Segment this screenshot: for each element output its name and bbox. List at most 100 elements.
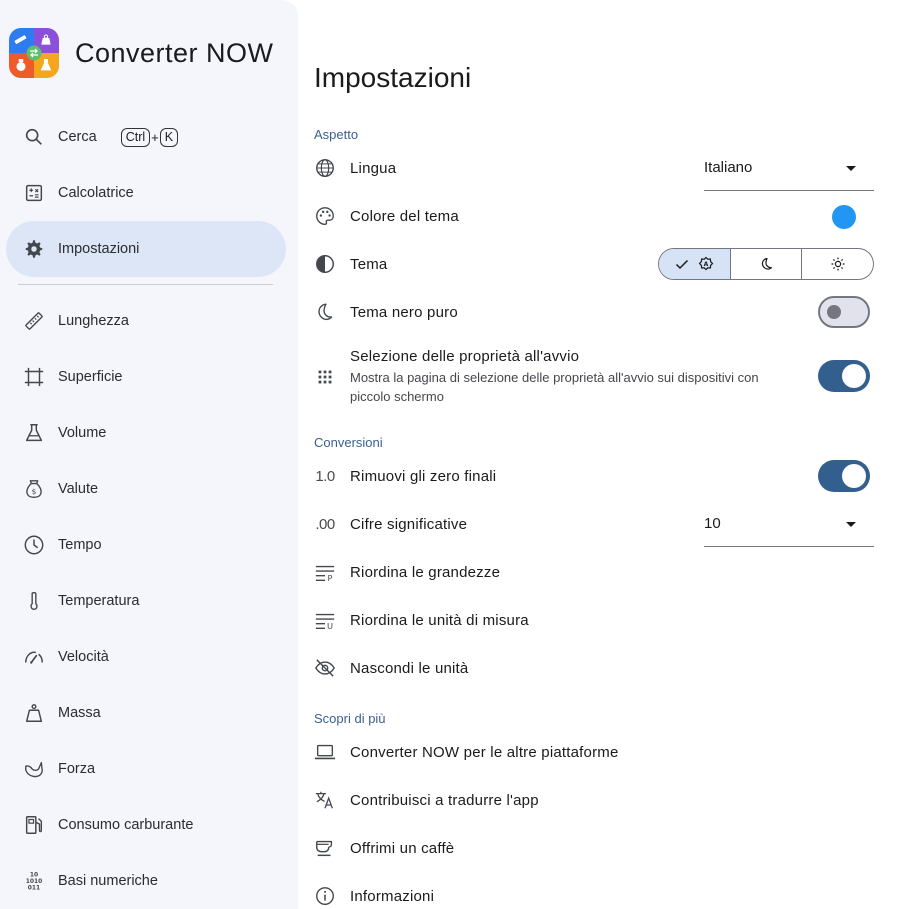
weight-icon [6, 702, 62, 724]
setting-text: Selezione delle proprietà all'avvio Most… [350, 348, 790, 406]
sidebar-item-temperature[interactable]: Temperatura [6, 573, 286, 629]
significant-prefix: .00 [315, 515, 335, 533]
sidebar-item-label: Calcolatrice [58, 185, 134, 201]
setting-label: Offrimi un caffè [350, 839, 455, 857]
ruler-icon [6, 310, 62, 332]
brand: Converter NOW [9, 28, 274, 78]
binary-icon: 10 1010 011 [6, 870, 62, 892]
setting-label: Selezione delle proprietà all'avvio [350, 348, 580, 365]
theme-dark-button[interactable] [729, 249, 802, 279]
moon-outline-icon [314, 301, 336, 323]
link-about[interactable]: Informazioni [314, 884, 874, 908]
sidebar-item-label: Valute [58, 481, 99, 497]
globe-icon [314, 157, 336, 179]
search-icon [6, 126, 62, 148]
decimal-zero-icon: 1.0 [314, 465, 336, 487]
app-title: Converter NOW [75, 37, 274, 68]
theme-auto-button[interactable]: A [659, 249, 730, 279]
significant-digits-value: 10 [704, 515, 721, 532]
key-k: K [159, 127, 179, 147]
info-icon [314, 885, 336, 907]
sidebar-item-settings[interactable]: Impostazioni [6, 221, 286, 277]
svg-text:011: 011 [28, 884, 40, 891]
sidebar-item-volume[interactable]: Volume [6, 405, 286, 461]
setting-reorder-properties[interactable]: P Riordina le grandezze [314, 560, 874, 584]
sidebar-item-force[interactable]: Forza [6, 741, 286, 797]
sidebar-item-label: Tempo [58, 537, 102, 553]
key-plus: + [151, 129, 159, 145]
language-value: Italiano [704, 159, 753, 176]
sidebar-item-mass[interactable]: Massa [6, 685, 286, 741]
setting-label: Rimuovi gli zero finali [350, 467, 497, 485]
svg-text:A: A [704, 261, 709, 268]
thermometer-icon [6, 590, 62, 612]
setting-label: Converter NOW per le altre piattaforme [350, 743, 619, 761]
link-buy-coffee[interactable]: Offrimi un caffè [314, 836, 874, 860]
sidebar-item-label: Massa [58, 705, 101, 721]
settings-page: Impostazioni Aspetto Lingua Italiano Col… [298, 0, 921, 909]
sidebar-divider [18, 284, 273, 285]
pure-black-switch[interactable] [818, 296, 870, 328]
sidebar-item-fuel-consumption[interactable]: Consumo carburante [6, 797, 286, 853]
language-dropdown[interactable]: Italiano [704, 147, 874, 191]
setting-pure-black[interactable]: Tema nero puro [314, 300, 874, 324]
setting-label: Tema [350, 255, 388, 273]
setting-label: Tema nero puro [350, 303, 458, 321]
trailing-zeros-switch[interactable] [818, 460, 870, 492]
section-discover: Scopri di più [314, 711, 386, 726]
coffee-cup-icon [314, 837, 336, 859]
key-ctrl: Ctrl [120, 127, 151, 147]
theme-light-button[interactable] [801, 249, 873, 279]
svg-text:$: $ [32, 487, 37, 496]
contrast-icon [314, 253, 336, 275]
sidebar-item-speed[interactable]: Velocità [6, 629, 286, 685]
eye-off-icon [314, 657, 336, 679]
setting-reorder-units[interactable]: U Riordina le unità di misura [314, 608, 874, 632]
setting-label: Riordina le grandezze [350, 563, 501, 581]
sidebar-item-time[interactable]: Tempo [6, 517, 286, 573]
app-logo [9, 28, 59, 78]
sidebar-item-calculator[interactable]: Calcolatrice [6, 165, 286, 221]
reorder-units-icon: U [314, 609, 336, 631]
page-title: Impostazioni [314, 62, 472, 93]
sidebar-item-label: Cerca [58, 129, 97, 145]
setting-label: Colore del tema [350, 207, 459, 225]
sidebar-item-label: Consumo carburante [58, 817, 194, 833]
money-bag-icon: $ [6, 478, 62, 500]
sidebar-item-label: Superficie [58, 369, 123, 385]
palette-icon [314, 205, 336, 227]
setting-label: Nascondi le unità [350, 659, 469, 677]
sidebar-item-label: Basi numeriche [58, 873, 158, 889]
setting-description: Mostra la pagina di selezione delle prop… [350, 370, 759, 404]
swap-icon [26, 45, 42, 61]
area-icon [6, 366, 62, 388]
switch-knob [842, 464, 866, 488]
startup-selection-switch[interactable] [818, 360, 870, 392]
apps-grid-icon [314, 366, 336, 388]
sidebar-item-area[interactable]: Superficie [6, 349, 286, 405]
force-icon [6, 758, 62, 780]
setting-label: Riordina le unità di misura [350, 611, 529, 629]
switch-knob [827, 305, 841, 319]
sidebar-item-currencies[interactable]: $ Valute [6, 461, 286, 517]
sun-icon [831, 257, 845, 271]
setting-theme-color[interactable]: Colore del tema [314, 204, 874, 228]
decimal-digits-icon: .00 [314, 513, 336, 535]
sidebar-item-label: Impostazioni [58, 241, 140, 257]
sidebar-item-number-bases[interactable]: 10 1010 011 Basi numeriche [6, 853, 286, 909]
theme-segmented-control: A [658, 248, 874, 280]
gear-icon [6, 238, 62, 260]
link-translate[interactable]: Contribuisci a tradurre l'app [314, 788, 874, 812]
setting-remove-trailing-zeros[interactable]: 1.0 Rimuovi gli zero finali [314, 464, 874, 488]
fuel-icon [6, 814, 62, 836]
sidebar-item-search[interactable]: Cerca Ctrl + K [6, 109, 286, 165]
theme-color-swatch[interactable] [832, 205, 856, 229]
speedometer-icon [6, 646, 62, 668]
setting-startup-selection[interactable]: Selezione delle proprietà all'avvio Most… [314, 346, 874, 408]
sidebar-item-length[interactable]: Lunghezza [6, 293, 286, 349]
trailing-zero-prefix: 1.0 [315, 467, 335, 485]
significant-digits-dropdown[interactable]: 10 [704, 503, 874, 547]
setting-hide-units[interactable]: Nascondi le unità [314, 656, 874, 680]
link-other-platforms[interactable]: Converter NOW per le altre piattaforme [314, 740, 874, 764]
setting-label: Cifre significative [350, 515, 468, 533]
